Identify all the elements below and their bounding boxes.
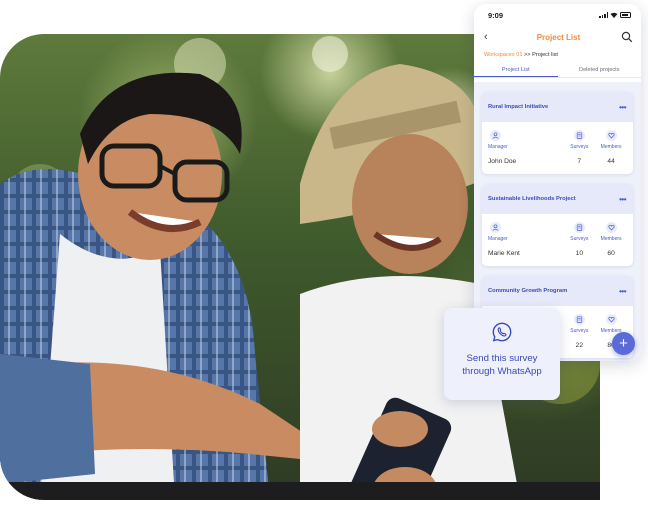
app-header: ‹ Project List — [474, 26, 641, 48]
members-column: Members 44 — [595, 130, 627, 174]
members-column: Members 60 — [595, 222, 627, 266]
whatsapp-icon — [492, 322, 512, 342]
whatsapp-share-text: Send this survey through WhatsApp — [462, 353, 542, 377]
surveys-column: Surveys 7 — [563, 130, 595, 174]
status-bar: 9:09 — [474, 4, 641, 26]
surveys-value: 7 — [577, 158, 582, 165]
heart-icon — [605, 130, 617, 141]
surveys-column: Surveys 22 — [563, 314, 595, 358]
members-value: 44 — [607, 158, 615, 165]
manager-column: Manager John Doe — [488, 130, 563, 174]
tab-deleted-projects[interactable]: Deleted projects — [558, 64, 642, 77]
manager-value: Marie Kent — [488, 250, 520, 257]
status-icons — [599, 12, 631, 18]
plus-icon: + — [619, 335, 628, 352]
signal-icon — [599, 12, 608, 18]
document-icon — [573, 222, 585, 233]
manager-column: Manager Marie Kent — [488, 222, 563, 266]
heart-icon — [605, 222, 617, 233]
document-icon — [573, 130, 585, 141]
members-label: Members — [600, 236, 622, 242]
surveys-label: Surveys — [570, 328, 589, 334]
whatsapp-share-card[interactable]: Send this survey through WhatsApp — [444, 308, 560, 400]
tab-project-list[interactable]: Project List — [474, 64, 558, 77]
user-icon — [490, 222, 501, 233]
project-card-header: Community Growth Program ••• — [482, 276, 633, 306]
project-card-body: Manager Marie Kent Surveys 10 Members 60 — [482, 214, 633, 266]
surveys-value: 10 — [575, 250, 583, 257]
manager-value: John Doe — [488, 158, 517, 165]
more-options-icon[interactable]: ••• — [619, 195, 626, 204]
surveys-column: Surveys 10 — [563, 222, 595, 266]
project-card-header: Sustainable Livelihoods Project ••• — [482, 184, 633, 214]
project-name: Sustainable Livelihoods Project — [488, 196, 576, 202]
battery-icon — [620, 12, 631, 18]
members-label: Members — [600, 144, 622, 150]
project-name: Community Growth Program — [488, 288, 568, 294]
project-card[interactable]: Rural Impact Initiative ••• Manager John… — [482, 92, 633, 174]
add-project-button[interactable]: + — [612, 332, 635, 355]
tab-bar: Project List Deleted projects — [474, 64, 641, 78]
document-icon — [573, 314, 585, 325]
breadcrumb-separator: >> — [524, 52, 531, 58]
heart-icon — [605, 314, 617, 325]
surveys-label: Surveys — [570, 144, 589, 150]
surveys-value: 22 — [575, 342, 583, 349]
manager-label: Manager — [488, 236, 508, 242]
project-card-body: Manager John Doe Surveys 7 Members 44 — [482, 122, 633, 174]
manager-label: Manager — [488, 144, 508, 150]
wifi-icon — [610, 12, 618, 18]
more-options-icon[interactable]: ••• — [619, 103, 626, 112]
project-card[interactable]: Sustainable Livelihoods Project ••• Mana… — [482, 184, 633, 266]
status-time: 9:09 — [488, 10, 504, 20]
user-icon — [490, 130, 501, 141]
search-icon[interactable] — [621, 31, 633, 43]
page-title: Project List — [536, 32, 581, 42]
project-card-header: Rural Impact Initiative ••• — [482, 92, 633, 122]
breadcrumb-current: Project list — [532, 52, 558, 58]
breadcrumb: Workspaces 01 >> Project list — [474, 48, 641, 64]
more-options-icon[interactable]: ••• — [619, 287, 626, 296]
members-value: 60 — [607, 250, 615, 257]
back-icon[interactable]: ‹ — [484, 31, 496, 43]
surveys-label: Surveys — [570, 236, 589, 242]
project-name: Rural Impact Initiative — [488, 104, 549, 110]
breadcrumb-root[interactable]: Workspaces 01 — [484, 52, 522, 58]
